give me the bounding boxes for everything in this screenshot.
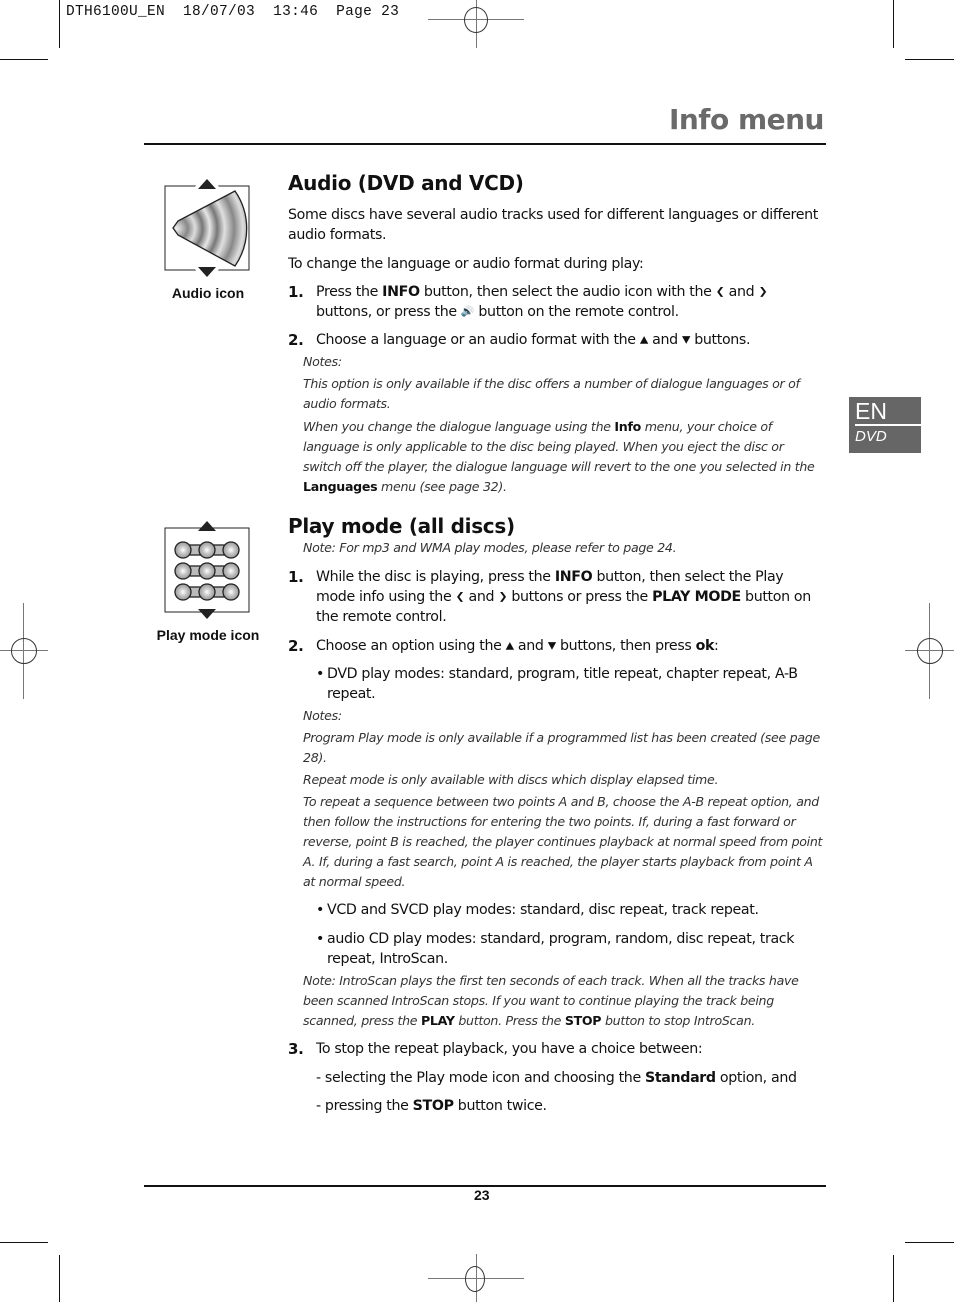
left-arrow-icon: ❮ — [455, 590, 465, 603]
vcd-modes-item: • VCD and SVCD play modes: standard, disc… — [316, 902, 759, 918]
right-arrow-icon: ❯ — [758, 285, 768, 298]
play-mode-notes-label: Notes: — [303, 708, 342, 723]
audio-icon — [164, 175, 250, 281]
play-mode-heading: Play mode (all discs) — [288, 514, 515, 538]
section-label: DVD — [855, 428, 887, 445]
slug-page: Page 23 — [336, 4, 400, 20]
play-mode-button-label: PLAY MODE — [652, 589, 741, 605]
audio-intro: Some discs have several audio tracks use… — [288, 207, 818, 243]
play-mode-note: Program Play mode is only available if a… — [303, 730, 820, 765]
play-mode-step-1: 1. While the disc is playing, press the … — [288, 568, 811, 625]
slug-time: 13:46 — [273, 4, 319, 20]
bullet-icon: • — [316, 931, 325, 947]
right-arrow-icon: ❯ — [498, 590, 508, 603]
slug-date: 18/07/03 — [183, 4, 256, 20]
crop-mark — [905, 59, 954, 60]
audio-note: This option is only available if the dis… — [303, 376, 800, 411]
language-tab: EN DVD — [849, 397, 921, 453]
audio-step-2: 2. Choose a language or an audio format … — [288, 331, 751, 349]
introscan-note: Note: IntroScan plays the first ten seco… — [303, 973, 799, 1028]
cd-modes-item: • audio CD play modes: standard, program,… — [316, 931, 795, 967]
ok-button-label: ok — [695, 638, 715, 654]
step-number: 2. — [288, 637, 304, 655]
step-number: 3. — [288, 1040, 304, 1058]
language-code: EN — [855, 398, 887, 424]
stop-option-1: - selecting the Play mode icon and choos… — [316, 1070, 797, 1086]
play-mode-icon-figure: Play mode icon — [148, 517, 268, 643]
audio-button-icon: 🔊 — [460, 305, 475, 318]
down-arrow-icon: ▼ — [547, 639, 556, 652]
page-number: 23 — [474, 1187, 490, 1203]
play-mode-icon-caption: Play mode icon — [156, 627, 260, 643]
audio-lead: To change the language or audio format d… — [288, 256, 644, 272]
printer-slug: DTH6100U_EN 18/07/03 13:46 Page 23 — [66, 4, 399, 20]
play-mode-icon — [164, 521, 250, 619]
crop-mark — [893, 1255, 894, 1302]
audio-icon-figure: Audio icon — [148, 175, 268, 301]
crop-mark — [0, 1242, 48, 1243]
up-arrow-icon: ▲ — [505, 639, 514, 652]
header-rule — [144, 143, 826, 145]
play-mode-step-2: 2. Choose an option using the ▲ and ▼ bu… — [288, 637, 719, 655]
audio-note: When you change the dialogue language us… — [303, 419, 815, 494]
info-button-label: INFO — [382, 284, 420, 300]
audio-icon-caption: Audio icon — [171, 285, 245, 301]
audio-step-1: 1. Press the INFO button, then select th… — [288, 283, 768, 320]
up-arrow-icon: ▲ — [639, 333, 648, 346]
crop-mark — [0, 59, 48, 60]
crop-mark — [893, 0, 894, 48]
crop-mark — [905, 1242, 954, 1243]
step-number: 1. — [288, 283, 304, 301]
play-mode-note: To repeat a sequence between two points … — [303, 794, 823, 889]
slug-doc-id: DTH6100U_EN — [66, 4, 166, 20]
play-mode-step-3: 3. To stop the repeat playback, you have… — [288, 1040, 703, 1058]
bullet-icon: • — [316, 666, 325, 682]
page-title: Info menu — [668, 103, 825, 136]
crop-mark — [59, 1255, 60, 1302]
down-arrow-icon: ▼ — [681, 333, 691, 346]
audio-heading: Audio (DVD and VCD) — [288, 171, 524, 195]
info-button-label: INFO — [554, 569, 593, 585]
audio-section: Audio (DVD and VCD) Some discs have seve… — [288, 171, 823, 497]
crop-mark — [59, 0, 60, 48]
dvd-modes-item: • DVD play modes: standard, program, titl… — [316, 666, 798, 702]
bullet-icon: • — [316, 902, 325, 918]
play-mode-note: Repeat mode is only available with discs… — [303, 772, 719, 787]
audio-notes-label: Notes: — [303, 354, 342, 369]
tab-divider — [855, 424, 921, 426]
step-number: 2. — [288, 331, 304, 349]
left-arrow-icon: ❮ — [715, 285, 725, 298]
play-mode-top-note: Note: For mp3 and WMA play modes, please… — [303, 540, 677, 555]
step-number: 1. — [288, 568, 304, 586]
stop-option-2: - pressing the STOP button twice. — [316, 1098, 547, 1114]
play-mode-section: Play mode (all discs) Note: For mp3 and … — [288, 514, 823, 1116]
